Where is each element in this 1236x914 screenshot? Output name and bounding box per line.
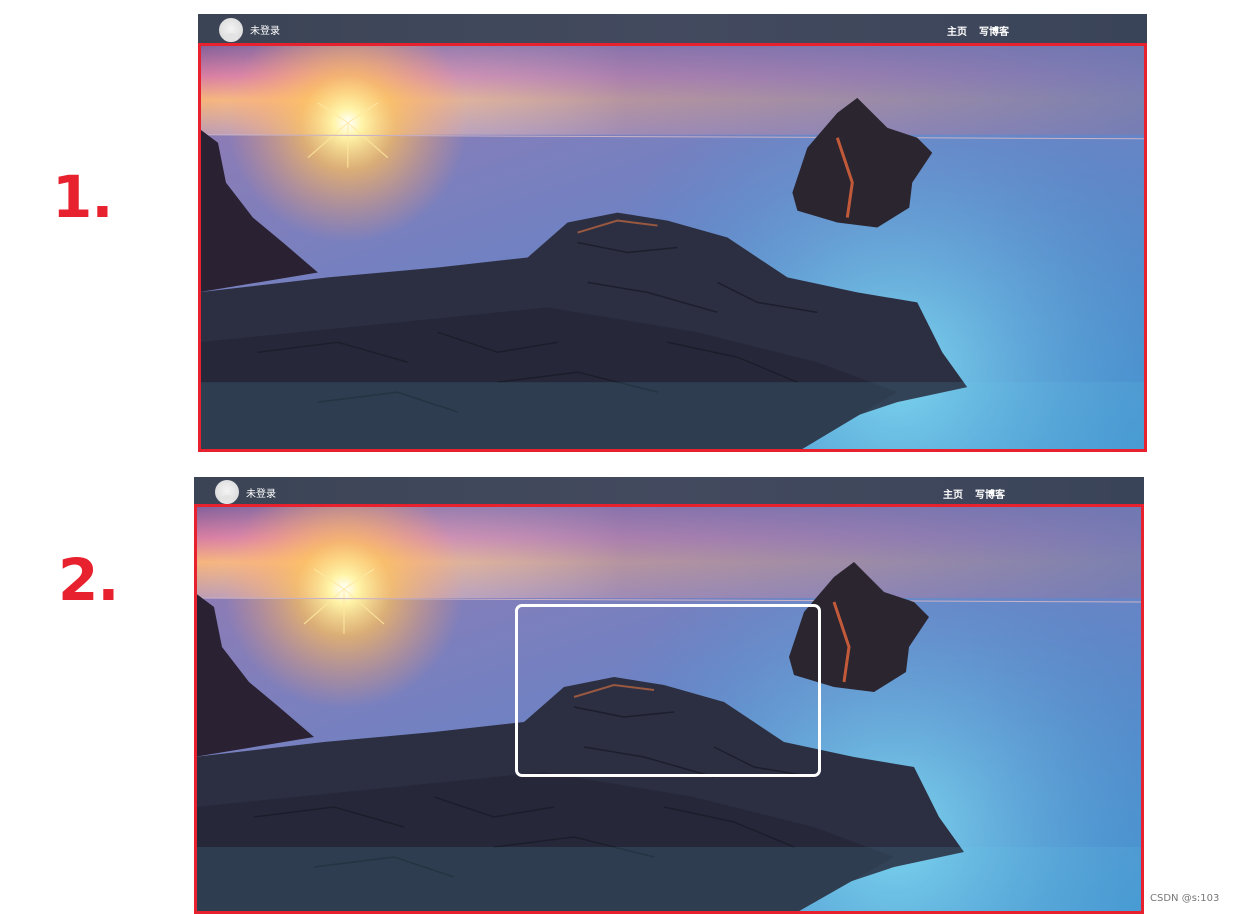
- login-status-label: 未登录: [246, 488, 276, 500]
- user-avatar-icon[interactable]: [215, 480, 239, 504]
- step-label-2: 2.: [58, 546, 119, 614]
- nav-links: 主页 写博客: [943, 486, 1005, 501]
- top-navbar: 未登录 主页 写博客: [194, 477, 1144, 507]
- tutorial-figure: 1. 2. 未登录 主页 写博客 未登录 主页 写博客 CSDN @s:103: [0, 0, 1236, 914]
- nav-links: 主页 写博客: [947, 23, 1009, 38]
- content-box-outline: [515, 604, 821, 777]
- blog-page-screenshot-1: 未登录 主页 写博客: [198, 14, 1147, 452]
- user-avatar-icon[interactable]: [219, 17, 243, 42]
- nav-link-write-blog[interactable]: 写博客: [979, 23, 1009, 38]
- nav-link-home[interactable]: 主页: [947, 23, 967, 38]
- watermark: CSDN @s:103: [1150, 893, 1220, 904]
- nav-link-write-blog[interactable]: 写博客: [975, 486, 1005, 501]
- top-navbar: 未登录 主页 写博客: [198, 14, 1147, 45]
- login-status-label: 未登录: [250, 26, 280, 37]
- nav-link-home[interactable]: 主页: [943, 486, 963, 501]
- blog-page-screenshot-2: 未登录 主页 写博客: [194, 477, 1144, 914]
- hero-background-image: [198, 43, 1147, 452]
- step-label-1: 1.: [52, 163, 113, 231]
